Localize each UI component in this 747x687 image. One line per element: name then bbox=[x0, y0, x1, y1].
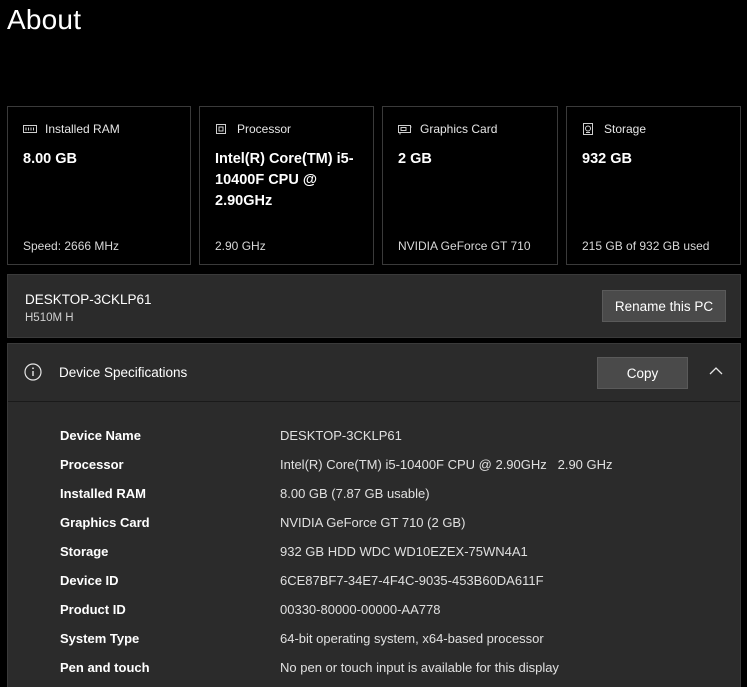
spec-row: Device Name DESKTOP-3CKLP61 bbox=[60, 421, 730, 450]
pc-name-bar: DESKTOP-3CKLP61 H510M H Rename this PC bbox=[7, 274, 741, 338]
card-footnote: Speed: 2666 MHz bbox=[23, 239, 120, 253]
spec-value: Intel(R) Core(TM) i5-10400F CPU @ 2.90GH… bbox=[280, 457, 613, 472]
card-footnote: 215 GB of 932 GB used bbox=[582, 239, 710, 253]
info-icon bbox=[24, 363, 42, 381]
storage-icon bbox=[582, 122, 598, 136]
card-value: 8.00 GB bbox=[23, 151, 77, 167]
device-specifications-header[interactable]: Device Specifications Copy bbox=[8, 344, 740, 402]
processor-icon bbox=[215, 122, 231, 136]
page-title: About bbox=[7, 4, 82, 35]
spec-value: NVIDIA GeForce GT 710 (2 GB) bbox=[280, 515, 466, 530]
pc-model: H510M H bbox=[25, 312, 74, 324]
spec-row: Product ID 00330-80000-00000-AA778 bbox=[60, 595, 730, 624]
spec-row: Installed RAM 8.00 GB (7.87 GB usable) bbox=[60, 479, 730, 508]
spec-key: Pen and touch bbox=[60, 660, 150, 675]
pc-name: DESKTOP-3CKLP61 bbox=[25, 292, 152, 307]
spec-key: Storage bbox=[60, 544, 109, 559]
spec-value: 64-bit operating system, x64-based proce… bbox=[280, 631, 544, 646]
ram-icon bbox=[23, 122, 39, 136]
card-graphics-card: Graphics Card 2 GB NVIDIA GeForce GT 710 bbox=[382, 106, 558, 265]
spec-value: 8.00 GB (7.87 GB usable) bbox=[280, 486, 430, 501]
card-footnote: NVIDIA GeForce GT 710 bbox=[398, 239, 531, 253]
spec-key: System Type bbox=[60, 631, 140, 646]
spec-row: Storage 932 GB HDD WDC WD10EZEX-75WN4A1 bbox=[60, 537, 730, 566]
spec-value: 932 GB HDD WDC WD10EZEX-75WN4A1 bbox=[280, 544, 528, 559]
spec-value: No pen or touch input is available for t… bbox=[280, 660, 559, 675]
spec-value: 6CE87BF7-34E7-4F4C-9035-453B60DA611F bbox=[280, 573, 544, 588]
spec-row: Pen and touch No pen or touch input is a… bbox=[60, 653, 730, 682]
spec-row: Processor Intel(R) Core(TM) i5-10400F CP… bbox=[60, 450, 730, 479]
chevron-up-icon[interactable] bbox=[708, 364, 724, 378]
spec-row: Device ID 6CE87BF7-34E7-4F4C-9035-453B60… bbox=[60, 566, 730, 595]
card-processor: Processor Intel(R) Core(TM) i5-10400F CP… bbox=[199, 106, 374, 265]
spec-key: Processor bbox=[60, 457, 124, 472]
spec-value: DESKTOP-3CKLP61 bbox=[280, 428, 402, 443]
copy-button[interactable]: Copy bbox=[597, 357, 688, 389]
card-value: 932 GB bbox=[582, 151, 632, 167]
spec-row: System Type 64-bit operating system, x64… bbox=[60, 624, 730, 653]
hardware-summary-cards: Installed RAM 8.00 GB Speed: 2666 MHz Pr… bbox=[7, 106, 741, 267]
graphics-card-icon bbox=[398, 122, 414, 136]
card-storage: Storage 932 GB 215 GB of 932 GB used bbox=[566, 106, 741, 265]
card-label: Storage bbox=[604, 122, 647, 136]
spec-list: Device Name DESKTOP-3CKLP61 Processor In… bbox=[60, 421, 730, 682]
spec-key: Device ID bbox=[60, 573, 119, 588]
device-specifications-panel: Device Specifications Copy Device Name D… bbox=[7, 343, 741, 687]
spec-value: 00330-80000-00000-AA778 bbox=[280, 602, 441, 617]
spec-key: Device Name bbox=[60, 428, 141, 443]
card-label: Graphics Card bbox=[420, 122, 498, 136]
card-label: Processor bbox=[237, 122, 292, 136]
card-value: 2 GB bbox=[398, 151, 432, 167]
card-label: Installed RAM bbox=[45, 122, 120, 136]
spec-key: Graphics Card bbox=[60, 515, 150, 530]
rename-pc-button[interactable]: Rename this PC bbox=[602, 290, 726, 322]
card-footnote: 2.90 GHz bbox=[215, 239, 266, 253]
section-title: Device Specifications bbox=[59, 365, 188, 380]
card-value: Intel(R) Core(TM) i5-10400F CPU @ 2.90GH… bbox=[215, 151, 354, 209]
spec-row: Graphics Card NVIDIA GeForce GT 710 (2 G… bbox=[60, 508, 730, 537]
spec-key: Installed RAM bbox=[60, 486, 146, 501]
spec-key: Product ID bbox=[60, 602, 126, 617]
card-installed-ram: Installed RAM 8.00 GB Speed: 2666 MHz bbox=[7, 106, 191, 265]
